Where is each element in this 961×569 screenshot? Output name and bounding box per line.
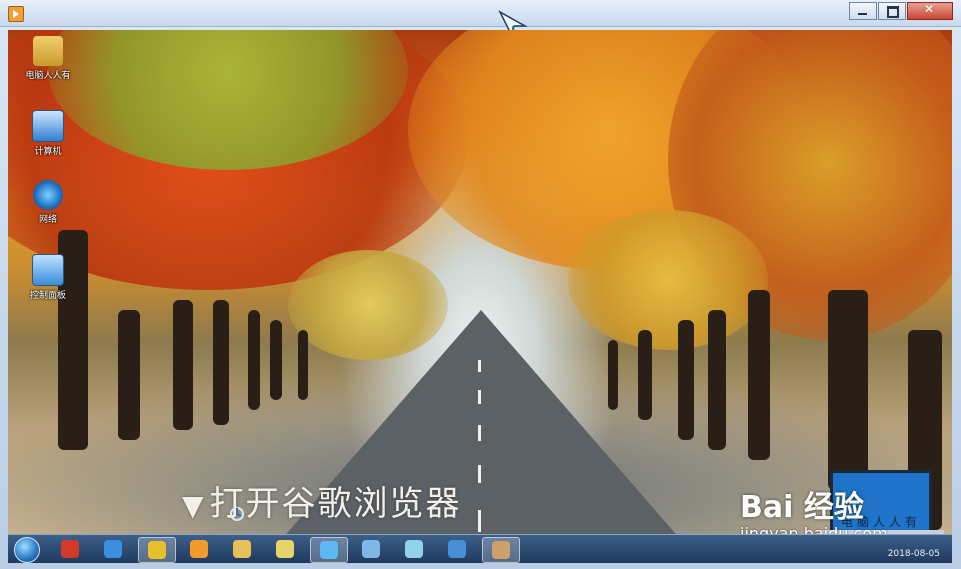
taskbar-item[interactable] xyxy=(138,537,176,563)
taskbar-item[interactable] xyxy=(310,537,348,563)
desktop-icon-control-panel[interactable]: 控制面板 xyxy=(16,254,80,301)
file-explorer-icon xyxy=(233,540,251,558)
caption-text: 打开谷歌浏览器 xyxy=(209,484,462,524)
paint-icon xyxy=(492,541,510,559)
taskbar-clock[interactable]: 2018-08-05 xyxy=(888,549,940,559)
taskbar-item[interactable] xyxy=(224,537,260,561)
minimize-button[interactable] xyxy=(849,2,877,20)
taskbar-item[interactable] xyxy=(181,537,217,561)
cloud-drive-icon xyxy=(320,541,338,559)
window-controls xyxy=(848,2,953,20)
road-marking xyxy=(478,425,481,441)
taskbar-item[interactable] xyxy=(353,537,389,561)
caption-marker: ▼ xyxy=(182,489,206,522)
desktop-icon-network[interactable]: 网络 xyxy=(16,180,80,225)
taskbar: 2018-08-05 xyxy=(8,534,952,563)
desktop-icon-label: 网络 xyxy=(38,215,57,225)
desktop-icon-label: 控制面板 xyxy=(29,291,66,301)
pinwheel-app-icon xyxy=(405,540,423,558)
taskbar-item[interactable] xyxy=(267,537,303,561)
user-folder-icon xyxy=(33,36,63,66)
tree-trunk xyxy=(748,290,770,460)
ie-browser-icon xyxy=(104,540,122,558)
road-marking xyxy=(478,360,481,372)
network-icon xyxy=(33,180,63,210)
chrome-browser-icon xyxy=(148,541,166,559)
taskbar-item[interactable] xyxy=(52,537,88,561)
desktop-icon-label: 电脑人人有 xyxy=(25,71,71,81)
road-marking xyxy=(478,390,481,404)
media-player-icon xyxy=(190,540,208,558)
tree-trunk xyxy=(213,300,229,425)
road-marking xyxy=(478,465,481,483)
taskbar-item[interactable] xyxy=(439,537,475,561)
computer-icon xyxy=(32,110,64,142)
maximize-button[interactable] xyxy=(878,2,906,20)
control-panel-icon xyxy=(32,254,64,286)
desktop-icon-computer[interactable]: 计算机 xyxy=(16,110,80,157)
tree-trunk xyxy=(828,290,868,490)
tree-trunk xyxy=(708,310,726,450)
app-window: 电脑人人有 计算机 网络 控制面板 ▼打开谷歌浏览器 电脑人人有 Bai 经验 … xyxy=(0,0,961,569)
media-player-icon[interactable] xyxy=(8,6,24,22)
tree-trunk xyxy=(118,310,140,440)
tree-trunk xyxy=(608,340,618,410)
desktop[interactable]: 电脑人人有 计算机 网络 控制面板 xyxy=(8,30,952,534)
taskbar-item[interactable] xyxy=(95,537,131,561)
tree-trunk xyxy=(248,310,260,410)
tree-trunk xyxy=(678,320,694,440)
close-button[interactable] xyxy=(907,2,953,20)
desktop-icon-user-folder[interactable]: 电脑人人有 xyxy=(16,36,80,81)
gallery-icon xyxy=(276,540,294,558)
windows-start-icon[interactable] xyxy=(14,537,40,563)
tree-trunk xyxy=(173,300,193,430)
screen-capture-icon xyxy=(448,540,466,558)
road-marking xyxy=(478,510,481,532)
mouse-cursor-icon xyxy=(230,507,244,521)
desktop-icon-label: 计算机 xyxy=(34,147,62,157)
tutorial-caption: ▼ 打开谷歌浏览器 xyxy=(182,476,462,525)
tree-trunk xyxy=(270,320,282,400)
title-bar[interactable] xyxy=(0,0,961,27)
taskbar-item[interactable] xyxy=(396,537,432,561)
chess-app-icon xyxy=(61,540,79,558)
taskbar-item[interactable] xyxy=(482,537,520,563)
notepad-icon xyxy=(362,540,380,558)
tree-trunk xyxy=(638,330,652,420)
watermark-brand: Bai 经验 xyxy=(740,490,864,525)
tree-trunk xyxy=(298,330,308,400)
